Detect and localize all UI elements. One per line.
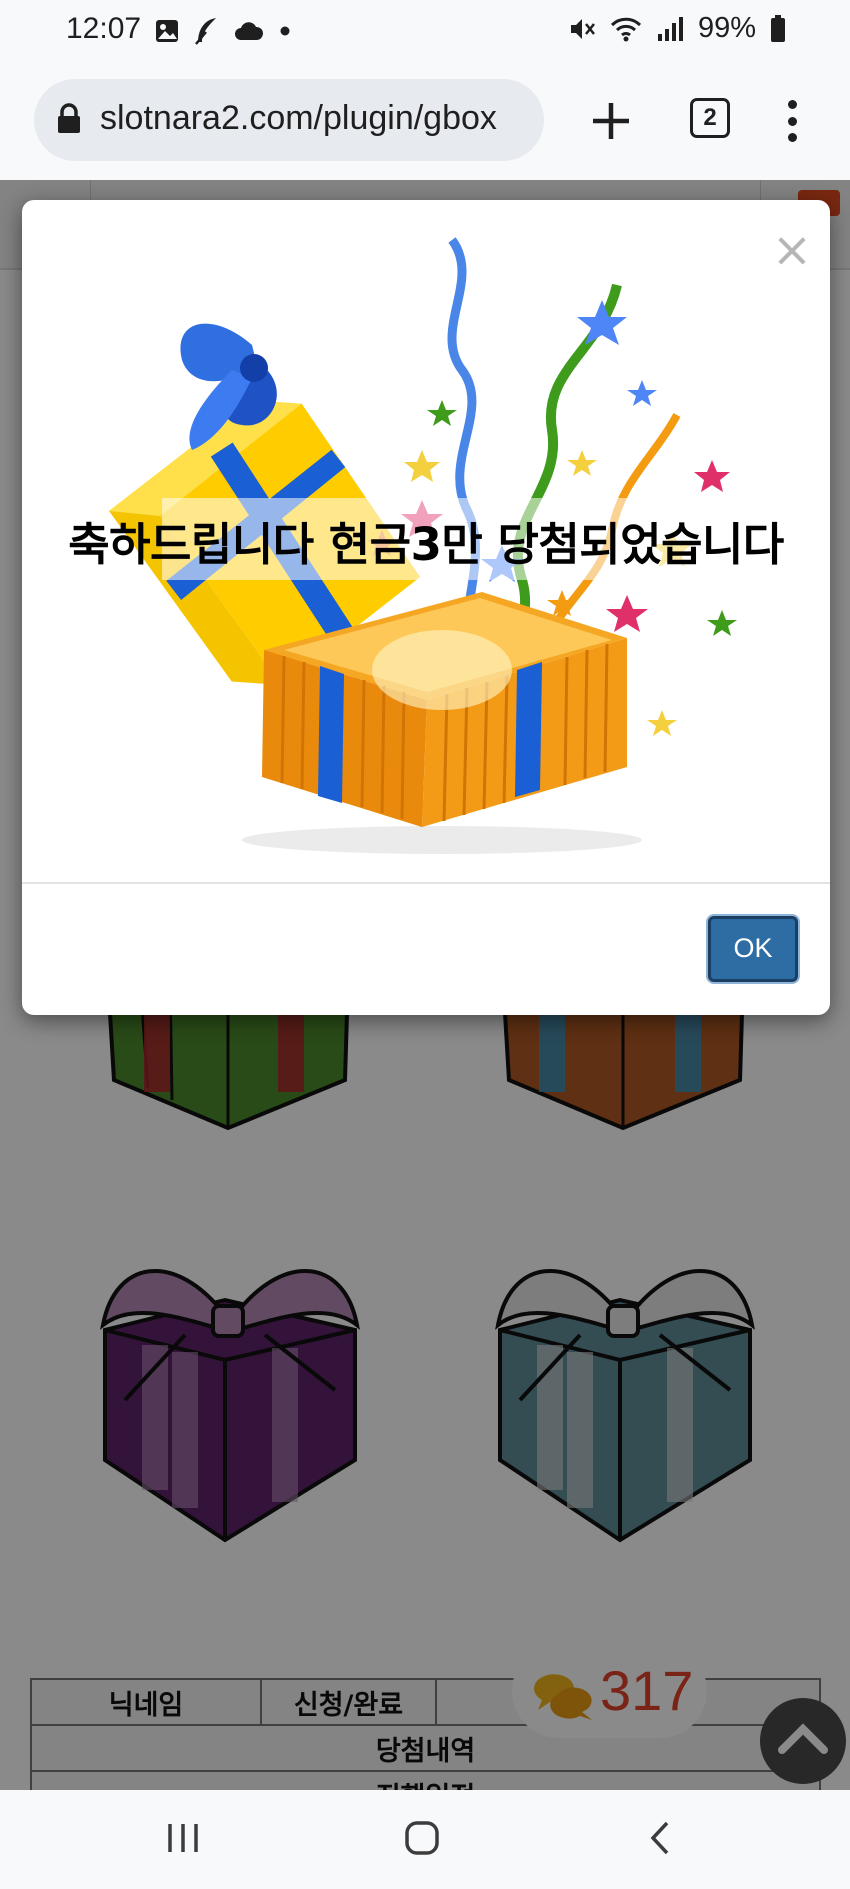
browser-toolbar: slotnara2.com/plugin/gbox 2 [0,62,850,180]
dot-icon [280,26,290,36]
url-text[interactable]: slotnara2.com/plugin/gbox [100,99,540,138]
ok-button[interactable]: OK [708,916,798,982]
system-nav-bar [0,1790,850,1889]
image-icon [156,20,178,42]
new-tab-button[interactable] [588,98,634,144]
prize-message: 축하드립니다 현금3만 당첨되었습니다 [68,518,784,571]
lock-icon [58,103,80,133]
signal-icon [657,16,683,41]
back-button[interactable] [648,1820,672,1856]
prize-modal: 축하드립니다 현금3만 당첨되었습니다 × OK [22,200,830,1015]
wifi-icon [610,17,642,41]
battery-percent: 99% [697,12,756,44]
status-bar: 12:07 99% [0,0,850,62]
overflow-menu-button[interactable] [780,96,804,146]
status-right-icons: 99% [568,12,786,45]
battery-icon [771,14,785,42]
feather-icon [195,18,216,45]
close-button[interactable]: × [770,226,814,274]
tab-switcher-button[interactable]: 2 [690,98,730,138]
home-button[interactable] [404,1820,440,1856]
address-bar[interactable]: slotnara2.com/plugin/gbox [34,79,544,161]
modal-divider [22,882,830,884]
status-left-icons [154,16,292,46]
cloud-icon [235,22,264,40]
recents-button[interactable] [166,1820,200,1856]
mute-icon [570,18,595,39]
status-time: 12:07 [66,12,142,45]
